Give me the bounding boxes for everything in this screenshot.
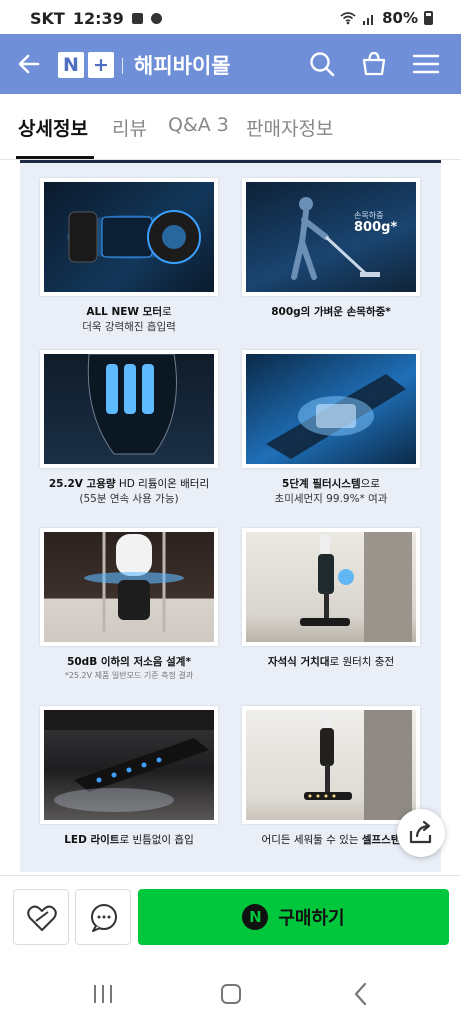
filter-illustration <box>266 374 406 459</box>
header-divider <box>122 58 123 74</box>
feature-caption: ALL NEW 모터로 <box>86 306 172 318</box>
share-icon <box>409 820 432 844</box>
battery-percent: 80% <box>382 9 418 27</box>
product-detail-image: ALL NEW 모터로 더욱 강력해진 흡입력 손목하중 800g* 800g의… <box>20 160 441 872</box>
menu-icon[interactable] <box>412 50 440 78</box>
npay-icon: N <box>242 904 269 930</box>
standing-vacuum-illustration <box>300 532 412 642</box>
heart-icon <box>27 905 57 931</box>
back-arrow-icon[interactable] <box>16 50 44 78</box>
battery-icon <box>424 11 433 25</box>
feature-card-noise: 50dB 이하의 저소음 설계* *25.2V 제품 일반모드 기준 측정 결과 <box>40 528 218 682</box>
motor-illustration <box>67 210 201 264</box>
feature-card-self-stand: 어디든 세워둘 수 있는 셀프스탠 <box>242 706 420 848</box>
cart-icon[interactable] <box>360 50 388 78</box>
logo-n: N <box>58 52 84 78</box>
tab-qna[interactable]: Q&A 3 <box>168 114 229 136</box>
feature-subcaption: (55분 연속 사용 가능) <box>79 493 179 505</box>
battery-illustration <box>87 354 177 455</box>
feature-caption: 25.2V 고용량 HD 리튬이온 배터리 <box>48 478 210 490</box>
feature-card-stand: 자석식 거치대로 원터치 충전 <box>242 528 420 670</box>
self-stand-illustration <box>304 710 412 820</box>
carrier-label: SKT <box>30 9 65 28</box>
feature-footnote: *25.2V 제품 일반모드 기준 측정 결과 <box>64 671 194 680</box>
back-icon[interactable] <box>348 981 374 1007</box>
feature-caption: 50dB 이하의 저소음 설계* <box>67 656 191 668</box>
share-button[interactable] <box>397 809 445 857</box>
weight-photo: 손목하중 800g* <box>242 178 420 296</box>
feature-card-weight: 손목하중 800g* 800g의 가벼운 손목하중* <box>242 178 420 320</box>
feature-caption: 자석식 거치대로 원터치 충전 <box>267 656 395 668</box>
app-header: N + 해피바이몰 <box>0 34 461 94</box>
search-icon[interactable] <box>308 50 336 78</box>
wifi-icon <box>340 12 356 25</box>
feature-card-filter: 5단계 필터시스템으로 초미세먼지 99.9%* 여과 <box>242 350 420 507</box>
clock: 12:39 <box>72 9 124 28</box>
vacuum-closeup-illustration <box>84 532 184 632</box>
home-icon[interactable] <box>218 981 244 1007</box>
filter-photo <box>242 350 420 468</box>
weight-value: 800g* <box>354 220 398 235</box>
buy-now-label: 구매하기 <box>278 908 345 929</box>
led-head-illustration <box>44 710 214 812</box>
feature-caption: 800g의 가벼운 손목하중* <box>271 306 391 318</box>
battery-photo <box>40 350 218 468</box>
status-bar: SKT 12:39 80% <box>0 0 461 34</box>
wishlist-button[interactable] <box>13 889 69 945</box>
feature-card-motor: ALL NEW 모터로 더욱 강력해진 흡입력 <box>40 178 218 335</box>
feature-card-battery: 25.2V 고용량 HD 리튬이온 배터리 (55분 연속 사용 가능) <box>40 350 218 507</box>
timer-icon <box>150 13 162 24</box>
tab-details[interactable]: 상세정보 <box>18 114 88 141</box>
content-top-rule <box>20 160 441 163</box>
store-title[interactable]: 해피바이몰 <box>134 50 231 80</box>
feature-caption: 어디든 세워둘 수 있는 셀프스탠 <box>261 834 401 846</box>
feature-caption: 5단계 필터시스템으로 <box>282 478 380 490</box>
recent-apps-icon[interactable] <box>90 981 116 1007</box>
feature-subcaption: 더욱 강력해진 흡입력 <box>82 321 176 333</box>
purchase-bar: N 구매하기 <box>0 875 461 963</box>
notification-icon <box>131 13 143 24</box>
system-nav-bar <box>0 963 461 1024</box>
feature-subcaption: 초미세먼지 99.9%* 여과 <box>274 493 388 505</box>
led-photo <box>40 706 218 824</box>
naver-plus-logo[interactable]: N + <box>58 52 114 78</box>
chat-bubble-icon <box>91 904 117 932</box>
walking-person-illustration <box>291 197 380 280</box>
active-tab-indicator <box>16 156 94 159</box>
noise-photo <box>40 528 218 646</box>
talk-button[interactable] <box>75 889 131 945</box>
product-tabs: 상세정보 리뷰 Q&A 3 판매자정보 <box>0 94 461 160</box>
motor-photo <box>40 178 218 296</box>
signal-icon <box>363 14 374 25</box>
feature-card-led: LED 라이트로 빈틈없이 흡입 <box>40 706 218 848</box>
stand-photo <box>242 528 420 646</box>
tab-reviews[interactable]: 리뷰 <box>112 114 147 141</box>
logo-plus: + <box>88 52 114 78</box>
buy-now-button[interactable]: N 구매하기 <box>138 889 449 945</box>
feature-caption: LED 라이트로 빈틈없이 흡입 <box>64 834 194 846</box>
self-stand-photo <box>242 706 420 824</box>
tab-seller-info[interactable]: 판매자정보 <box>246 114 333 141</box>
